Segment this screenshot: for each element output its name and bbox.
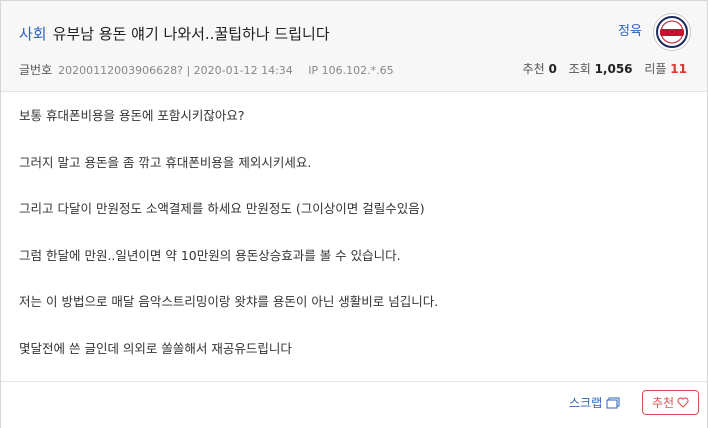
recommend-button-label: 추천 <box>651 396 675 410</box>
post-footer: 스크랩 추천 <box>1 381 707 428</box>
replies-label: 리플 <box>644 62 667 76</box>
post-header: 사회 유부남 용돈 얘기 나와서..꿀팁하나 드립니다 정육 글번호 2020011… <box>1 1 707 92</box>
body-line: 그럼 한달에 만원..일년이면 약 10만원의 용돈상승효과를 볼 수 있습니다… <box>19 247 401 263</box>
post-stats: 추천 0 조회 1,056 리플 11 <box>523 60 687 77</box>
scrap-icon <box>606 397 620 408</box>
scrap-button[interactable]: 스크랩 <box>569 394 620 411</box>
recommend-label: 추천 <box>522 62 545 76</box>
category-label[interactable]: 사회 <box>19 25 47 43</box>
title-text: 유부남 용돈 얘기 나와서..꿀팁하나 드립니다 <box>52 25 330 43</box>
body-line: 보통 휴대폰비용을 용돈에 포함시키잖아요? <box>19 108 245 123</box>
post-view: 사회 유부남 용돈 얘기 나와서..꿀팁하나 드립니다 정육 글번호 2020011… <box>0 0 708 428</box>
author-name[interactable]: 정육 <box>618 20 642 39</box>
views-label: 조회 <box>568 62 591 76</box>
meta-label: 글번호 <box>19 63 53 77</box>
post-ip: IP 106.102.*.65 <box>308 64 394 77</box>
meta-sep: | <box>186 64 194 77</box>
team-logo-icon[interactable] <box>653 13 691 51</box>
body-line: 그리고 다달이 만원정도 소액결제를 하세요 만원정도 (그이상이면 걸릴수있음… <box>19 201 425 216</box>
body-line: 몇달전에 쓴 글인데 의외로 쏠쏠해서 재공유드립니다 <box>19 340 292 356</box>
post-title: 사회 유부남 용돈 얘기 나와서..꿀팁하나 드립니다 <box>19 23 330 44</box>
post-id: 20200112003906628? <box>58 64 183 77</box>
post-body: 보통 휴대폰비용을 용돈에 포함시키잖아요? 그러지 말고 용돈을 좀 깎고 휴… <box>19 107 689 386</box>
giants-logo <box>656 16 688 48</box>
body-line: 저는 이 방법으로 매달 음악스트리밍이랑 왓챠를 용돈이 아닌 생활비로 넘깁… <box>19 294 439 309</box>
recommend-button[interactable]: 추천 <box>642 390 699 415</box>
body-line: 그러지 말고 용돈을 좀 깎고 휴대폰비용을 제외시키세요. <box>19 154 312 170</box>
heart-icon <box>677 397 689 408</box>
scrap-label: 스크랩 <box>569 396 603 410</box>
views-count: 1,056 <box>594 62 633 76</box>
post-meta: 글번호 20200112003906628? | 2020-01-12 14:34… <box>19 61 394 78</box>
replies-count[interactable]: 11 <box>670 62 687 76</box>
post-date: 2020-01-12 14:34 <box>193 64 293 77</box>
recommend-count: 0 <box>548 62 557 76</box>
